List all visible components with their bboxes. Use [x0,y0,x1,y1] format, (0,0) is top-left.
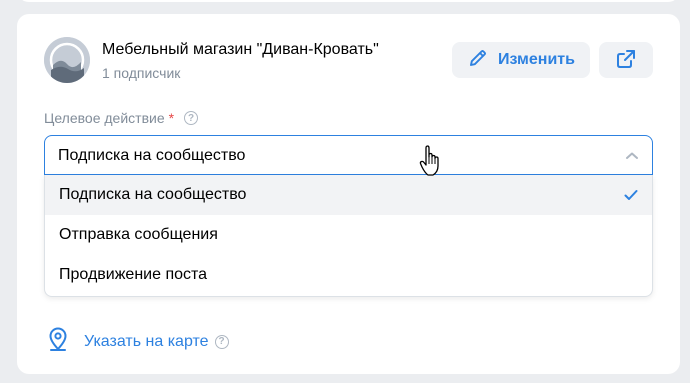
community-name[interactable]: Мебельный магазин "Диван-Кровать" [102,41,379,59]
subscriber-count: 1 подписчик [102,65,181,81]
target-action-label-text: Целевое действие [44,110,165,126]
option-label: Продвижение поста [59,266,208,283]
pencil-icon [468,48,488,73]
option-label: Подписка на сообщество [59,186,247,203]
target-action-label: Целевое действие * ? [44,110,199,126]
target-action-select[interactable]: Подписка на сообщество [44,135,653,175]
check-icon [624,188,638,206]
external-link-icon [615,48,637,73]
avatar-image [44,37,90,83]
previous-card-bottom [17,0,680,2]
target-action-dropdown: Подписка на сообщество Отправка сообщени… [44,175,653,297]
map-link[interactable]: Указать на карте ? [48,327,229,356]
edit-button-label: Изменить [498,51,575,68]
select-value: Подписка на сообщество [58,147,246,164]
dropdown-option-subscribe[interactable]: Подписка на сообщество [45,175,652,215]
edit-button[interactable]: Изменить [452,42,590,78]
help-icon[interactable]: ? [184,111,199,125]
open-external-button[interactable] [599,42,653,78]
map-link-label: Указать на карте [84,332,209,350]
required-mark: * [168,110,175,126]
avatar[interactable] [44,37,90,83]
dropdown-option-promote-post[interactable]: Продвижение поста [45,255,652,295]
hand-cursor-icon [419,145,441,182]
map-pin-icon [48,327,68,356]
help-icon[interactable]: ? [214,334,229,349]
chevron-up-icon[interactable] [624,148,640,169]
dropdown-option-message[interactable]: Отправка сообщения [45,215,652,255]
option-label: Отправка сообщения [59,226,218,243]
community-card: Мебельный магазин "Диван-Кровать" 1 подп… [17,14,680,374]
